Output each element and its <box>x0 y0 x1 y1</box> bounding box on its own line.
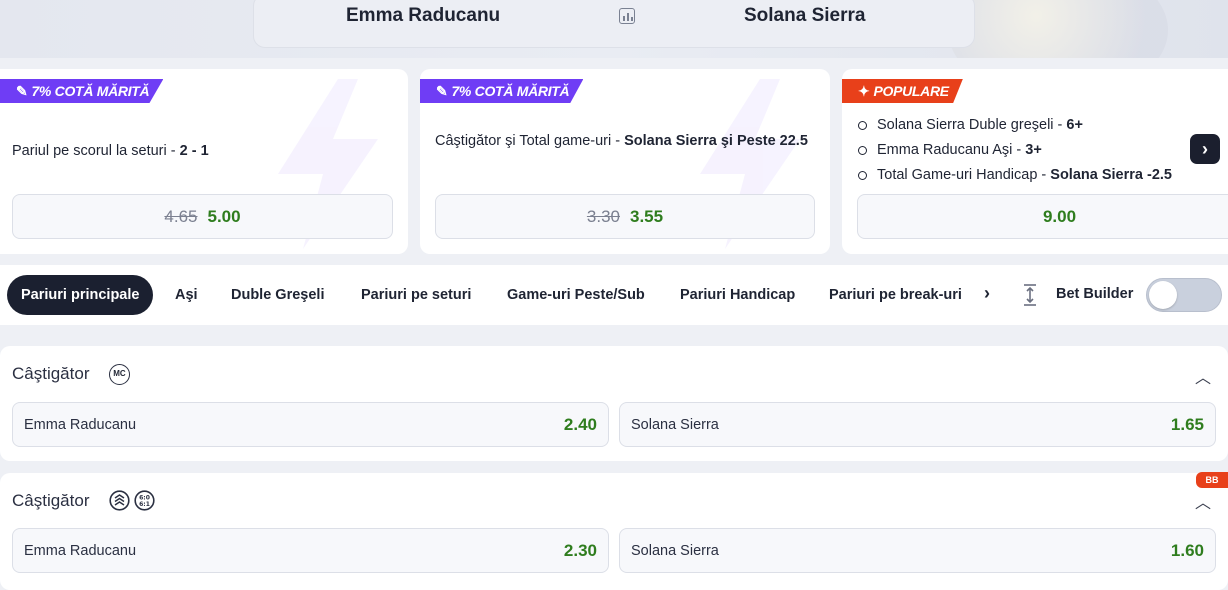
boost-icon: ✎ <box>16 83 28 99</box>
svg-text:6:1: 6:1 <box>139 501 150 508</box>
tab-duble-greseli[interactable]: Duble Greşeli <box>217 275 338 315</box>
chevron-up-icon[interactable]: ︿ <box>1195 489 1211 513</box>
mc-badge-icon: MC <box>109 364 130 385</box>
outcome-odd: 1.60 <box>1170 540 1204 560</box>
tab-asi[interactable]: Aşi <box>161 275 212 315</box>
match-header: Emma Raducanu Solana Sierra <box>0 0 1228 58</box>
tab-pariuri-handicap[interactable]: Pariuri Handicap <box>666 275 809 315</box>
bet-builder-badge: BB <box>1196 472 1228 488</box>
layers-icon <box>109 490 130 511</box>
promo-odd-button[interactable]: 9.00 <box>857 194 1228 239</box>
outcome-button[interactable]: Solana Sierra 1.65 <box>619 402 1216 447</box>
market-title: Câştigător <box>12 364 90 383</box>
old-odd: 3.30 <box>586 206 620 226</box>
boost-tag: ✎ 7% COTĂ MĂRITĂ <box>0 79 164 103</box>
expand-vertical-icon <box>1024 284 1036 306</box>
list-item: Emma Raducanu Aşi - 3+ <box>858 138 1172 163</box>
promo-card-1[interactable]: ✎ 7% COTĂ MĂRITĂ Pariul pe scorul la setu… <box>0 69 408 254</box>
boosted-odd: 5.00 <box>207 206 241 226</box>
market-title: Câştigător <box>12 491 90 510</box>
market-castigator: Câştigător MC ︿ Emma Raducanu 2.40 Solan… <box>0 346 1228 461</box>
outcome-name: Solana Sierra <box>631 542 719 559</box>
outcome-name: Emma Raducanu <box>24 542 137 559</box>
promo-card-2[interactable]: ✎ 7% COTĂ MĂRITĂ Câştigător şi Total game… <box>420 69 830 254</box>
popular-tag: ✦ POPULARE <box>842 79 963 103</box>
bet-builder-toggle[interactable] <box>1146 278 1222 312</box>
carousel-next-button[interactable]: › <box>1190 134 1220 164</box>
chevron-right-icon[interactable]: › <box>984 283 990 304</box>
fire-icon: ✦ <box>858 83 870 99</box>
promo-odd-button[interactable]: 4.65 5.00 <box>12 194 393 239</box>
market-tabs: Pariuri principale Aşi Duble Greşeli Par… <box>0 265 1228 325</box>
outcome-button[interactable]: Emma Raducanu 2.40 <box>12 402 609 447</box>
outcome-odd: 2.30 <box>563 540 597 560</box>
score-icon: 6:0 6:1 <box>134 490 155 511</box>
promo-description: Câştigător şi Total game-uri - Solana Si… <box>435 133 808 149</box>
outcome-button[interactable]: Emma Raducanu 2.30 <box>12 528 609 573</box>
outcome-odd: 2.40 <box>563 414 597 434</box>
boosted-odd: 3.55 <box>630 206 664 226</box>
promo-card-3[interactable]: ✦ POPULARE Solana Sierra Duble greşeli - … <box>842 69 1228 254</box>
header-background-image <box>948 0 1168 58</box>
market-castigator-builder: Câştigător 6:0 6:1 ︿ Emma Raducanu 2.30 … <box>0 473 1228 590</box>
list-item: Total Game-uri Handicap - Solana Sierra … <box>858 163 1172 188</box>
bet-builder-label: Bet Builder <box>1056 286 1134 302</box>
tab-pariuri-pe-seturi[interactable]: Pariuri pe seturi <box>347 275 485 315</box>
player-1-name: Emma Raducanu <box>346 5 501 26</box>
outcome-odd: 1.65 <box>1170 414 1204 434</box>
scorecard: Emma Raducanu Solana Sierra <box>253 0 975 48</box>
list-item: Solana Sierra Duble greşeli - 6+ <box>858 113 1172 138</box>
chevron-right-icon: › <box>1202 138 1208 159</box>
outcome-button[interactable]: Solana Sierra 1.60 <box>619 528 1216 573</box>
selection-list: Solana Sierra Duble greşeli - 6+ Emma Ra… <box>858 113 1172 188</box>
old-odd: 4.65 <box>164 206 198 226</box>
boost-tag: ✎ 7% COTĂ MĂRITĂ <box>420 79 584 103</box>
boost-icon: ✎ <box>436 83 448 99</box>
tab-game-uri-peste-sub[interactable]: Game-uri Peste/Sub <box>493 275 659 315</box>
tab-pariuri-pe-break-uri[interactable]: Pariuri pe break-uri <box>815 275 976 315</box>
tab-pariuri-principale[interactable]: Pariuri principale <box>7 275 154 315</box>
chevron-up-icon[interactable]: ︿ <box>1195 364 1211 388</box>
player-2-name: Solana Sierra <box>744 5 866 26</box>
toggle-knob <box>1149 281 1177 309</box>
stats-icon[interactable] <box>619 8 635 24</box>
outcome-name: Emma Raducanu <box>24 416 137 433</box>
combo-odd: 9.00 <box>1042 206 1077 226</box>
outcome-name: Solana Sierra <box>631 416 719 433</box>
promo-description: Pariul pe scorul la seturi - 2 - 1 <box>12 143 209 159</box>
promo-odd-button[interactable]: 3.30 3.55 <box>435 194 815 239</box>
